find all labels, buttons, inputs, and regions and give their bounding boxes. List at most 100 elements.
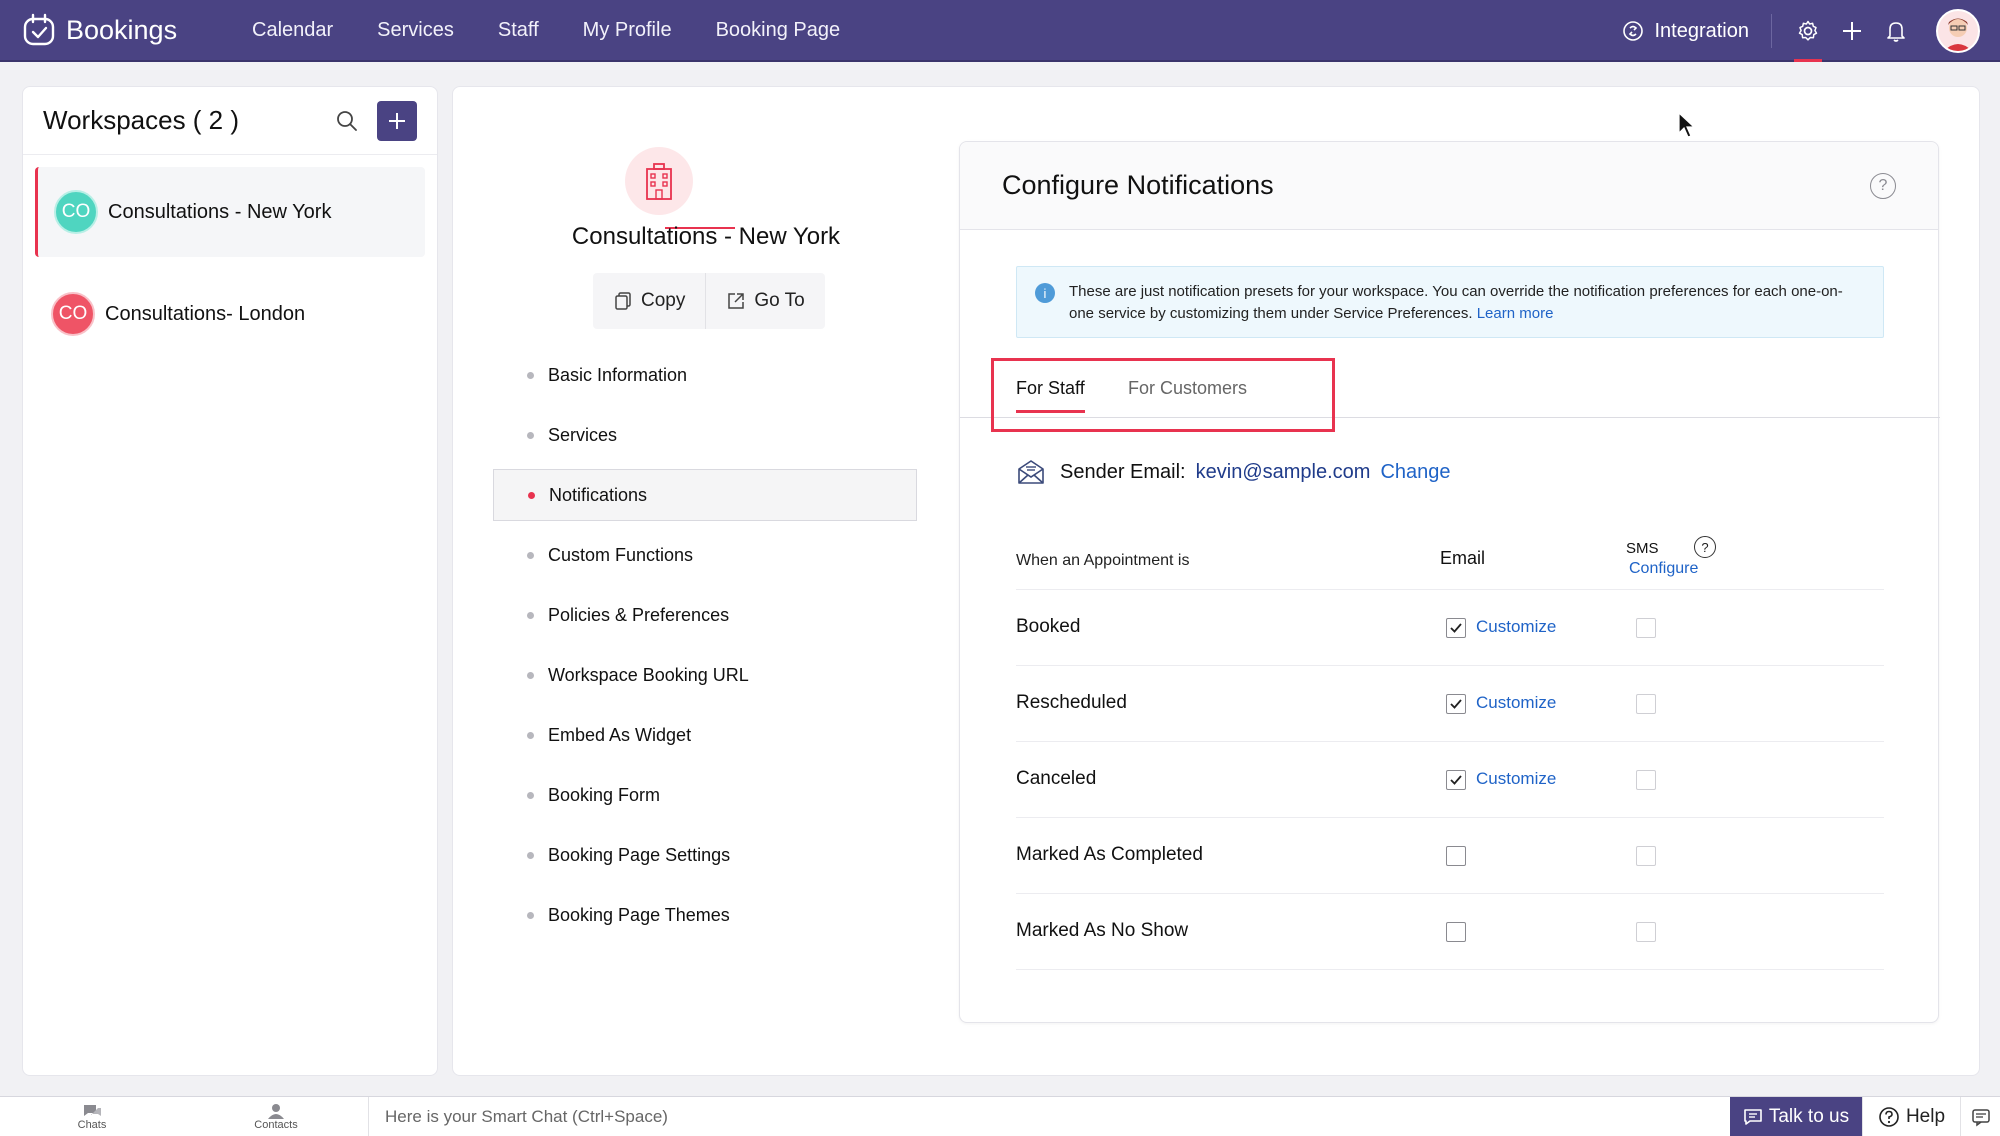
divider [1771,14,1772,48]
workspace-avatar [625,147,693,215]
message-icon [1744,1108,1762,1125]
table-row: Marked As Completed [1016,818,1884,894]
contacts-button[interactable]: Contacts [184,1097,368,1136]
bullet [527,851,534,859]
email-checkbox[interactable] [1446,694,1466,714]
menu-item-booking-page-themes[interactable]: Booking Page Themes [493,889,917,941]
add-button[interactable] [1832,0,1872,62]
customize-link[interactable]: Customize [1476,617,1556,637]
info-message: These are just notification presets for … [1069,283,1843,322]
nav-calendar[interactable]: Calendar [252,19,333,42]
sender-email-label: Sender Email: [1060,460,1186,483]
nav-services[interactable]: Services [377,19,454,42]
sms-checkbox[interactable] [1636,846,1656,866]
menu-item-workspace-booking-url[interactable]: Workspace Booking URL [493,649,917,701]
gear-icon [1798,20,1818,41]
bullet [527,551,534,559]
sms-configure-link[interactable]: Configure [1629,560,1698,578]
menu-item-notifications[interactable]: Notifications [493,469,917,521]
bell-icon [1887,22,1905,42]
menu-item-services[interactable]: Services [493,409,917,461]
talk-to-us-button[interactable]: Talk to us [1730,1096,1862,1136]
brand[interactable]: Bookings [22,13,222,47]
info-text: These are just notification presets for … [1069,281,1865,325]
menu-label: Booking Form [548,784,661,805]
row-label: Booked [1016,616,1081,637]
integration-label: Integration [1654,19,1749,42]
bullet [527,731,534,739]
menu-item-policies-preferences[interactable]: Policies & Preferences [493,589,917,641]
customize-link[interactable]: Customize [1476,693,1556,713]
row-label: Rescheduled [1016,692,1127,713]
notification-tabs: For Staff For Customers [960,358,1940,432]
nav-booking-page[interactable]: Booking Page [716,19,841,42]
menu-item-embed-as-widget[interactable]: Embed As Widget [493,709,917,761]
notifications-button[interactable] [1876,0,1916,62]
table-row: Marked As No Show [1016,894,1884,970]
workspace-item-new-york[interactable]: CO Consultations - New York [35,167,425,257]
workspace-item-london[interactable]: CO Consultations- London [35,269,425,359]
workspace-name: Consultations- London [105,302,306,325]
customize-link[interactable]: Customize [1476,769,1556,789]
workspaces-panel: Workspaces ( 2 ) CO Consultations - New … [22,86,438,1076]
help-button[interactable]: Help [1862,1096,1960,1136]
contacts-icon [268,1103,284,1119]
tab-for-customers[interactable]: For Customers [1128,378,1247,399]
smart-chat-input[interactable]: Here is your Smart Chat (Ctrl+Space) [369,1107,1730,1127]
workspaces-title: Workspaces ( 2 ) [43,105,240,135]
menu-label: Custom Functions [548,544,694,565]
menu-item-custom-functions[interactable]: Custom Functions [493,529,917,581]
workspace-badge: CO [54,190,98,234]
nav-staff[interactable]: Staff [498,19,539,42]
go-to-button[interactable]: Go To [705,273,824,329]
user-avatar-icon [1938,11,1978,51]
bookings-logo-icon [23,13,55,46]
integration-icon [1623,21,1644,41]
tab-for-staff[interactable]: For Staff [1016,378,1085,413]
building-icon [646,163,672,200]
change-sender-link[interactable]: Change [1380,461,1450,484]
user-avatar[interactable] [1936,9,1980,53]
learn-more-link[interactable]: Learn more [1477,305,1554,322]
row-label: Marked As No Show [1016,920,1189,941]
menu-item-booking-form[interactable]: Booking Form [493,769,917,821]
chats-label: Chats [77,1118,107,1131]
email-checkbox[interactable] [1446,846,1466,866]
sms-checkbox[interactable] [1636,922,1656,942]
sms-checkbox[interactable] [1636,618,1656,638]
workspace-actions: Copy Go To [593,273,825,329]
chats-button[interactable]: Chats [0,1097,184,1136]
menu-label: Booking Page Themes [548,904,730,925]
sms-help-icon[interactable]: ? [1694,536,1716,558]
menu-item-basic-information[interactable]: Basic Information [493,349,917,401]
row-label: Canceled [1016,768,1097,789]
menu-item-booking-page-settings[interactable]: Booking Page Settings [493,829,917,881]
help-icon[interactable]: ? [1870,172,1896,199]
email-checkbox[interactable] [1446,770,1466,790]
copy-label: Copy [641,290,686,311]
email-checkbox[interactable] [1446,618,1466,638]
integration-button[interactable]: Integration [1622,20,1749,43]
plus-icon [389,112,405,129]
sender-email-value: kevin@sample.com [1195,460,1371,483]
talk-to-us-label: Talk to us [1768,1105,1850,1127]
menu-label: Policies & Preferences [548,604,730,625]
sender-email-row: Sender Email: kevin@sample.com Change [1016,458,1451,486]
sms-checkbox[interactable] [1636,770,1656,790]
feedback-button[interactable] [1960,1096,2000,1136]
mail-icon [1018,460,1044,484]
search-icon[interactable] [335,109,359,133]
nav-my-profile[interactable]: My Profile [583,19,672,42]
table-row: Booked Customize [1016,590,1884,666]
copy-button[interactable]: Copy [593,273,705,329]
table-row: Canceled Customize [1016,742,1884,818]
question-circle-icon [1879,1106,1899,1127]
copy-icon [615,292,631,310]
menu-label: Services [548,424,618,445]
check-icon [1450,775,1462,785]
email-checkbox[interactable] [1446,922,1466,942]
sms-checkbox[interactable] [1636,694,1656,714]
settings-button[interactable] [1788,0,1828,62]
bullet [528,491,535,499]
add-workspace-button[interactable] [377,100,417,141]
